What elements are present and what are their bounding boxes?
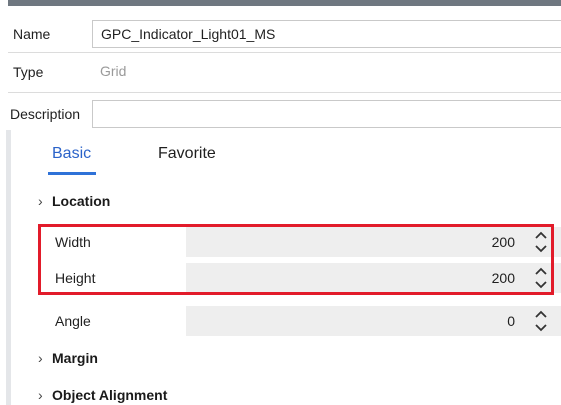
tab-basic-active-indicator <box>48 172 96 175</box>
angle-value: 0 <box>507 313 515 329</box>
angle-label: Angle <box>55 313 91 329</box>
chevron-right-icon: › <box>38 193 43 209</box>
name-label: Name <box>13 26 51 42</box>
height-value: 200 <box>491 270 515 286</box>
angle-spinner[interactable] <box>533 308 549 334</box>
width-spinner[interactable] <box>533 229 549 255</box>
width-label: Width <box>55 234 91 250</box>
chevron-right-icon: › <box>38 350 43 366</box>
tab-basic-label: Basic <box>52 145 92 162</box>
property-row-width: Width 200 <box>40 227 561 257</box>
type-label: Type <box>13 64 44 80</box>
type-value: Grid <box>92 58 561 88</box>
spinner-arrows-icon <box>535 231 547 253</box>
spinner-arrows-icon <box>535 310 547 332</box>
height-input[interactable]: 200 <box>186 263 561 293</box>
description-label: Description <box>10 106 81 122</box>
width-value: 200 <box>491 234 515 250</box>
angle-input[interactable]: 0 <box>186 306 561 336</box>
name-input[interactable]: GPC_Indicator_Light01_MS <box>92 20 561 48</box>
section-object-alignment[interactable]: › Object Alignment <box>38 385 167 405</box>
height-spinner[interactable] <box>533 265 549 291</box>
name-row: Name GPC_Indicator_Light01_MS <box>8 16 561 53</box>
section-margin-label: Margin <box>52 350 98 366</box>
width-input[interactable]: 200 <box>186 227 561 257</box>
panel-side-strip <box>6 130 11 405</box>
section-object-alignment-label: Object Alignment <box>52 387 168 403</box>
section-location[interactable]: › Location <box>38 191 110 211</box>
section-margin[interactable]: › Margin <box>38 348 98 368</box>
description-input[interactable] <box>92 100 561 128</box>
type-row: Type Grid <box>8 52 561 93</box>
tab-favorite[interactable]: Favorite <box>158 144 216 164</box>
property-row-height: Height 200 <box>40 263 561 293</box>
property-row-angle: Angle 0 <box>40 306 561 336</box>
panel-top-bar <box>8 0 561 6</box>
height-label: Height <box>55 270 96 286</box>
description-row: Description <box>8 96 561 132</box>
tab-favorite-label: Favorite <box>158 145 216 162</box>
chevron-right-icon: › <box>38 387 43 403</box>
section-location-label: Location <box>52 193 111 209</box>
spinner-arrows-icon <box>535 267 547 289</box>
tab-basic[interactable]: Basic <box>48 144 96 175</box>
